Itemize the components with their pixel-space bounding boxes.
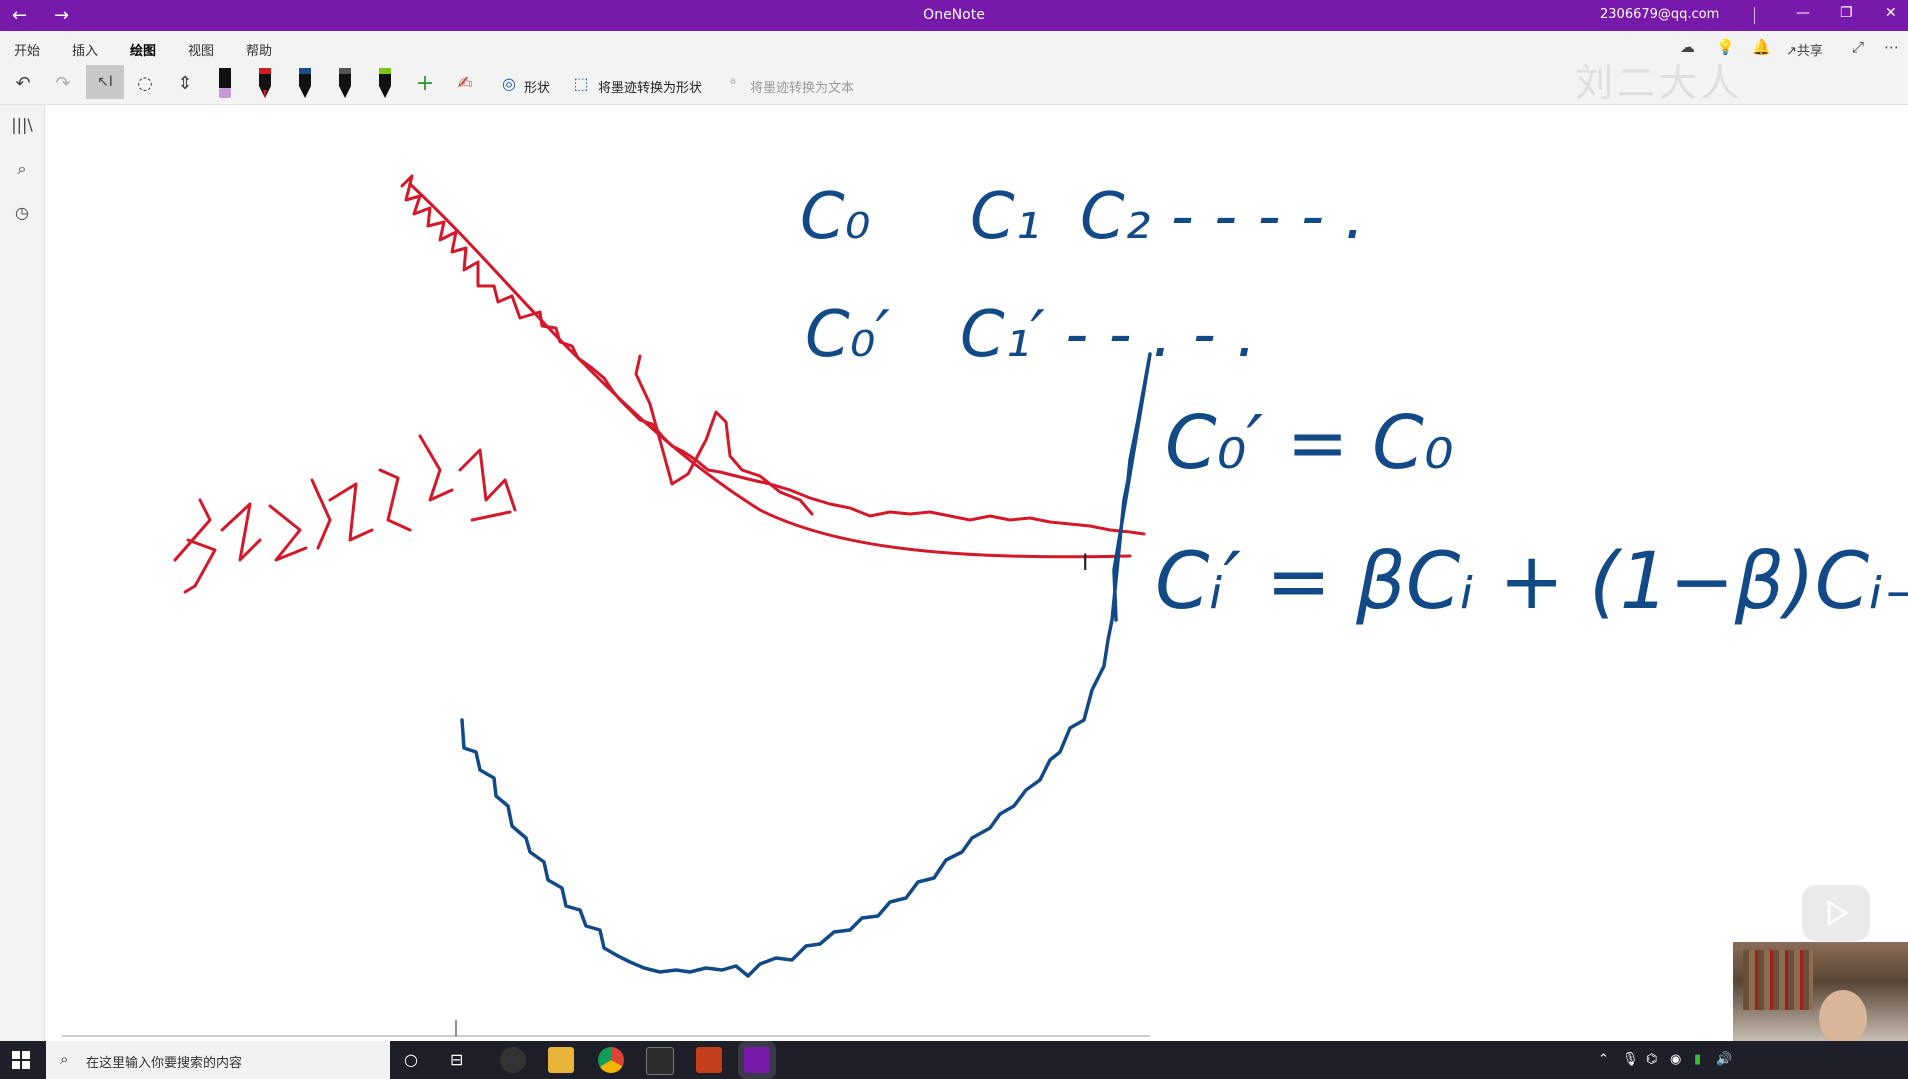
task-view-icon[interactable]: ⊟ xyxy=(450,1050,463,1069)
windows-start-icon[interactable] xyxy=(12,1051,30,1069)
obs-icon[interactable] xyxy=(500,1047,526,1073)
cortana-icon[interactable]: ○ xyxy=(404,1050,418,1069)
mic-icon[interactable]: 🎙 xyxy=(1622,1052,1639,1067)
chrome-icon[interactable] xyxy=(598,1047,624,1073)
blue-u-curve xyxy=(460,352,1152,978)
play-button[interactable] xyxy=(1802,885,1870,941)
eq-c2: C₂ - - - - . xyxy=(1080,180,1365,254)
bookshelf xyxy=(1743,950,1813,1010)
network-icon[interactable]: ⌬ xyxy=(1646,1052,1657,1067)
powerpoint-icon[interactable] xyxy=(696,1047,722,1073)
eq-c0p: C₀′ xyxy=(805,298,890,372)
eq-cip: Cᵢ′ = βCᵢ + (1−β)Cᵢ₋₁′ xyxy=(1155,537,1908,627)
battery-icon[interactable]: ▮ xyxy=(1694,1052,1701,1067)
red-handwriting xyxy=(173,434,517,594)
windows-taskbar: ⌕ 在这里输入你要搜索的内容 ○ ⊟ ⌃ 🎙 ⌬ ◉ ▮ 🔊 xyxy=(0,1041,1908,1079)
ink-canvas[interactable]: C₀ C₁ C₂ - - - - . C₀′ C₁′ - - . - . C₀′… xyxy=(0,0,1908,1041)
search-placeholder: 在这里输入你要搜索的内容 xyxy=(86,1056,243,1071)
webcam-overlay xyxy=(1733,942,1908,1042)
file-explorer-icon[interactable] xyxy=(548,1047,574,1073)
text-cursor-icon: I xyxy=(1082,551,1089,576)
security-icon[interactable]: ◉ xyxy=(1670,1052,1681,1067)
play-icon xyxy=(1827,899,1849,927)
taskbar-search[interactable]: ⌕ 在这里输入你要搜索的内容 xyxy=(46,1041,390,1079)
eq-c0p-eq: C₀′ = C₀ xyxy=(1165,400,1454,486)
eq-c1p: C₁′ - - . - . xyxy=(960,298,1257,372)
terminal-icon[interactable] xyxy=(646,1047,674,1075)
onenote-icon[interactable] xyxy=(744,1047,770,1073)
eq-c1: C₁ xyxy=(970,180,1040,254)
eq-c0: C₀ xyxy=(800,180,870,254)
tray-expand-icon[interactable]: ⌃ xyxy=(1598,1052,1609,1067)
volume-icon[interactable]: 🔊 xyxy=(1716,1052,1732,1067)
search-icon: ⌕ xyxy=(60,1050,69,1068)
presenter-face xyxy=(1819,990,1867,1042)
